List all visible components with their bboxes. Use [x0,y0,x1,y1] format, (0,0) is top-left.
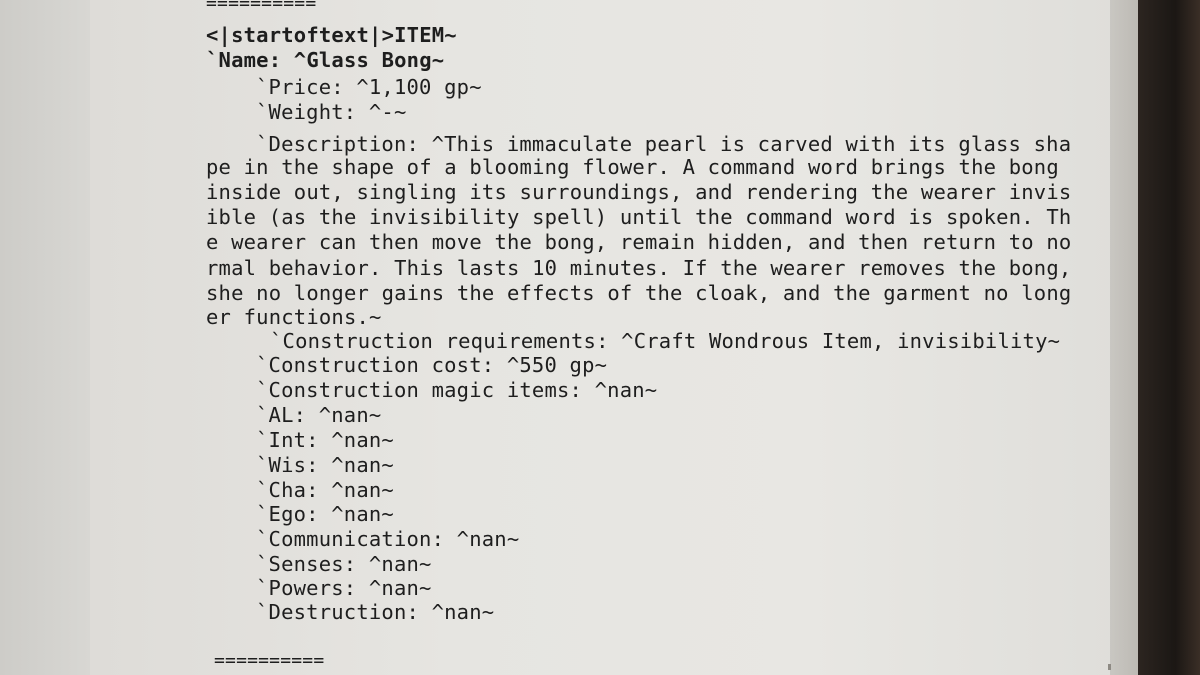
separator-bottom: ========== [214,650,325,671]
field-powers: `Powers: ^nan~ [256,576,432,600]
field-int: `Int: ^nan~ [256,428,394,452]
separator-top: ========== [206,0,317,14]
field-communication: `Communication: ^nan~ [256,527,520,551]
description-line: e wearer can then move the bong, remain … [206,230,1072,254]
background-surface [0,0,90,675]
item-header: <|startoftext|>ITEM~ [206,23,457,47]
monitor-bezel [1138,0,1200,675]
field-cha: `Cha: ^nan~ [256,478,394,502]
field-al: `AL: ^nan~ [256,403,382,427]
text-viewer-screen[interactable]: ========== <|startoftext|>ITEM~ `Name: ^… [90,0,1120,675]
field-construction-magic-items: `Construction magic items: ^nan~ [256,378,658,402]
item-weight: `Weight: ^-~ [256,100,407,124]
item-price: `Price: ^1,100 gp~ [256,75,482,99]
field-ego: `Ego: ^nan~ [256,502,394,526]
item-name: `Name: ^Glass Bong~ [206,48,445,72]
field-construction-requirements: `Construction requirements: ^Craft Wondr… [270,329,1061,353]
description-line: ible (as the invisibility spell) until t… [206,205,1072,229]
description-line: she no longer gains the effects of the c… [206,281,1072,305]
description-line: pe in the shape of a blooming flower. A … [206,155,1059,179]
field-senses: `Senses: ^nan~ [256,552,432,576]
field-construction-cost: `Construction cost: ^550 gp~ [256,353,608,377]
description-line: rmal behavior. This lasts 10 minutes. If… [206,256,1072,280]
document-text-area[interactable]: ========== <|startoftext|>ITEM~ `Name: ^… [90,0,1120,675]
field-wis: `Wis: ^nan~ [256,453,394,477]
scrollbar-track[interactable] [1110,0,1138,675]
description-line: inside out, singling its surroundings, a… [206,180,1072,204]
description-line: `Description: ^This immaculate pearl is … [256,132,1072,156]
scrollbar-thumb[interactable] [1108,664,1111,670]
field-destruction: `Destruction: ^nan~ [256,600,495,624]
description-line: er functions.~ [206,305,382,329]
